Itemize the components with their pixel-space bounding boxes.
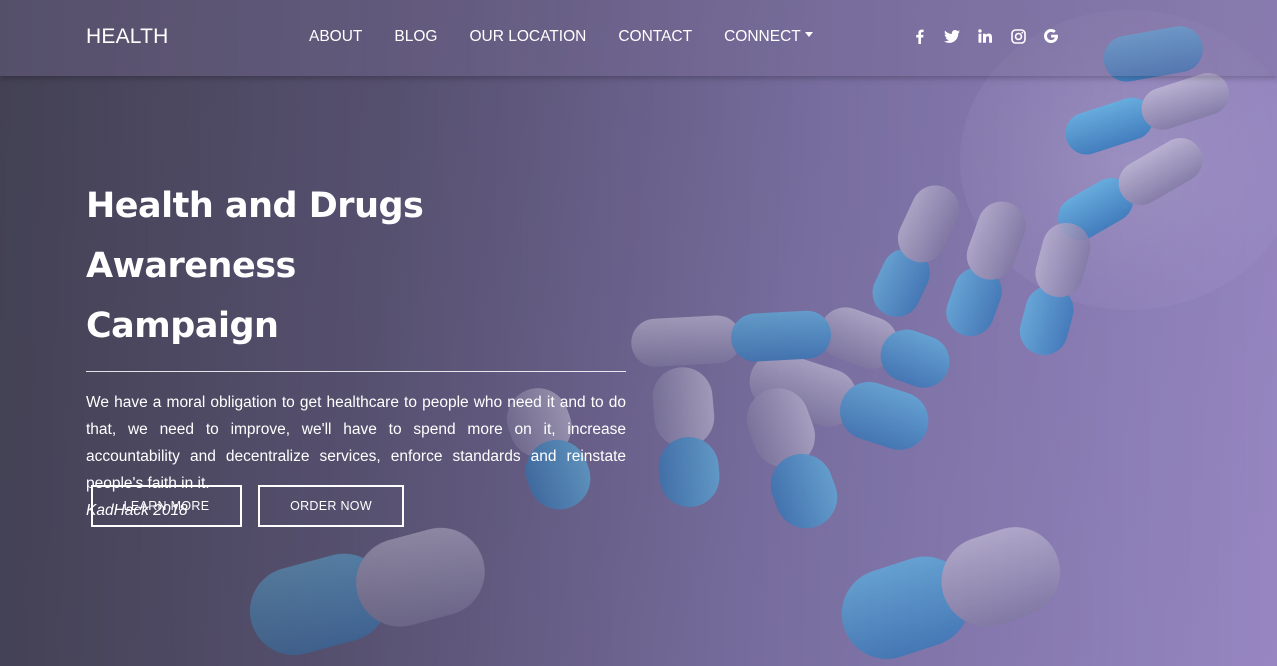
nav-links: ABOUT BLOG OUR LOCATION CONTACT CONNECT — [309, 28, 845, 46]
navbar: HEALTH ABOUT BLOG OUR LOCATION CONTACT C… — [0, 0, 1277, 76]
linkedin-icon[interactable] — [976, 27, 994, 45]
nav-link-about[interactable]: ABOUT — [309, 28, 362, 46]
title-line-1: Health and Drugs Awareness — [86, 186, 424, 286]
nav-dropdown-connect[interactable]: CONNECT — [724, 28, 813, 46]
google-icon[interactable] — [1042, 27, 1060, 45]
hero-section: HEALTH ABOUT BLOG OUR LOCATION CONTACT C… — [0, 0, 1277, 666]
title-line-2: Campaign — [86, 306, 279, 346]
instagram-icon[interactable] — [1009, 27, 1027, 45]
facebook-icon[interactable] — [910, 27, 928, 45]
social-links — [910, 27, 1075, 45]
brand-logo[interactable]: HEALTH — [86, 25, 169, 49]
twitter-icon[interactable] — [943, 27, 961, 45]
hero-buttons: LEARN MORE ORDER NOW — [91, 485, 404, 527]
nav-link-our-location[interactable]: OUR LOCATION — [469, 28, 586, 46]
divider — [86, 371, 626, 372]
nav-link-contact[interactable]: CONTACT — [618, 28, 692, 46]
nav-link-blog[interactable]: BLOG — [394, 28, 437, 46]
learn-more-button[interactable]: LEARN MORE — [91, 485, 242, 527]
caret-down-icon — [804, 32, 813, 38]
hero-description: We have a moral obligation to get health… — [86, 394, 626, 492]
order-now-button[interactable]: ORDER NOW — [258, 485, 404, 527]
page-title: Health and Drugs Awareness Campaign — [86, 176, 626, 356]
hero-content: Health and Drugs Awareness Campaign We h… — [86, 176, 626, 524]
nav-dropdown-connect-label: CONNECT — [724, 28, 801, 45]
